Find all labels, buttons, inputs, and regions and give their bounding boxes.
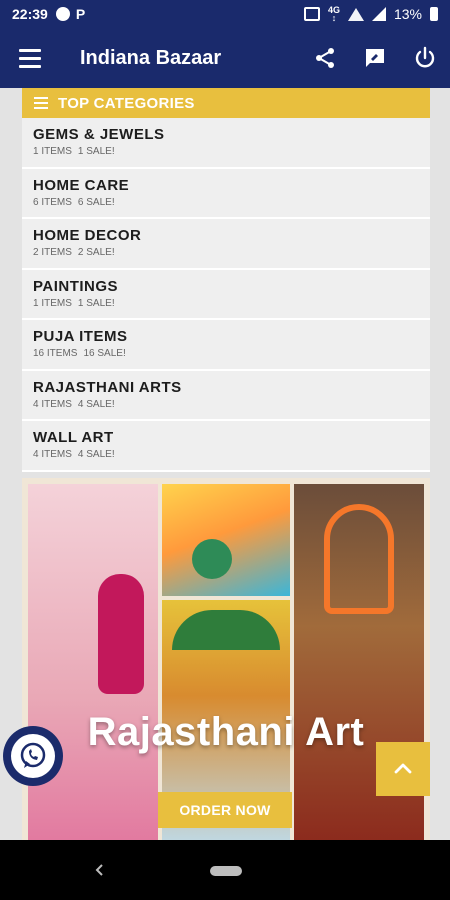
category-sale-count: 6 SALE! — [77, 196, 115, 208]
vibrate-icon — [303, 7, 320, 21]
battery-icon — [430, 7, 438, 21]
category-item[interactable]: RAJASTHANI ARTS 4 ITEMS 4 SALE! — [22, 370, 430, 421]
category-name: GEMS & JEWELS — [33, 126, 165, 143]
scroll-to-top-button[interactable] — [376, 742, 430, 796]
category-name: PAINTINGS — [33, 277, 119, 295]
category-item[interactable]: PUJA ITEMS 16 ITEMS 16 SALE! — [22, 320, 430, 371]
chevron-up-icon — [394, 763, 412, 774]
category-item[interactable]: WALL ART 4 ITEMS 4 SALE! — [22, 421, 430, 472]
mobile-data-icon: 4G ↕ — [327, 5, 340, 23]
category-item-count: 1 ITEMS — [33, 297, 72, 309]
promo-banner[interactable]: Rajasthani Art ORDER NOW — [22, 478, 430, 840]
status-bar: 22:39 P 4G ↕ 13% — [0, 0, 450, 28]
menu-icon[interactable] — [0, 28, 60, 88]
power-icon[interactable] — [400, 28, 450, 88]
category-name: PUJA ITEMS — [33, 328, 128, 345]
status-time: 22:39 — [12, 6, 48, 22]
top-categories-card: TOP CATEGORIES GEMS & JEWELS 1 ITEMS 1 SA… — [22, 88, 430, 472]
categories-header-label: TOP CATEGORIES — [58, 94, 195, 112]
wifi-icon — [347, 7, 364, 21]
signal-icon — [371, 7, 386, 21]
category-item[interactable]: PAINTINGS 1 ITEMS 1 SALE! — [22, 269, 430, 320]
app-bar: Indiana Bazaar — [0, 28, 450, 88]
category-item-count: 1 ITEMS — [33, 146, 72, 157]
category-name: RAJASTHANI ARTS — [33, 378, 182, 396]
back-icon[interactable] — [90, 860, 110, 880]
list-icon — [34, 97, 48, 109]
feedback-icon[interactable] — [350, 28, 400, 88]
category-sale-count: 4 SALE! — [77, 449, 115, 460]
category-name: HOME CARE — [33, 176, 130, 194]
category-name: HOME DECOR — [33, 227, 142, 244]
category-sale-count: 4 SALE! — [77, 398, 115, 410]
banner-title: Rajasthani Art — [87, 710, 365, 754]
share-icon[interactable] — [300, 28, 350, 88]
category-item[interactable]: HOME DECOR 2 ITEMS 2 SALE! — [22, 219, 430, 270]
battery-percent: 13% — [393, 6, 422, 22]
banner-image-decor — [162, 484, 290, 596]
notification-dot-icon — [55, 7, 70, 21]
category-item[interactable]: GEMS & JEWELS 1 ITEMS 1 SALE! — [22, 118, 430, 169]
category-item[interactable]: HOME CARE 6 ITEMS 6 SALE! — [22, 168, 430, 219]
category-name: WALL ART — [33, 429, 114, 446]
category-item-count: 4 ITEMS — [33, 449, 72, 460]
category-item-count: 4 ITEMS — [33, 398, 72, 410]
banner-image-puppets — [28, 484, 158, 840]
category-sale-count: 1 SALE! — [77, 146, 115, 157]
category-list: GEMS & JEWELS 1 ITEMS 1 SALE! HOME CARE 6… — [22, 118, 430, 472]
category-sale-count: 16 SALE! — [83, 348, 126, 359]
category-item-count: 6 ITEMS — [33, 196, 72, 208]
category-item-count: 16 ITEMS — [33, 348, 78, 359]
categories-header: TOP CATEGORIES — [22, 88, 430, 118]
parking-icon: P — [75, 6, 86, 22]
category-sale-count: 2 SALE! — [77, 247, 115, 258]
category-sale-count: 1 SALE! — [77, 297, 115, 309]
app-title: Indiana Bazaar — [80, 46, 222, 69]
order-now-button[interactable]: ORDER NOW — [158, 792, 292, 828]
system-nav-bar — [0, 840, 450, 900]
home-pill-icon[interactable] — [210, 866, 242, 876]
whatsapp-icon[interactable] — [3, 726, 63, 786]
category-item-count: 2 ITEMS — [33, 247, 72, 258]
